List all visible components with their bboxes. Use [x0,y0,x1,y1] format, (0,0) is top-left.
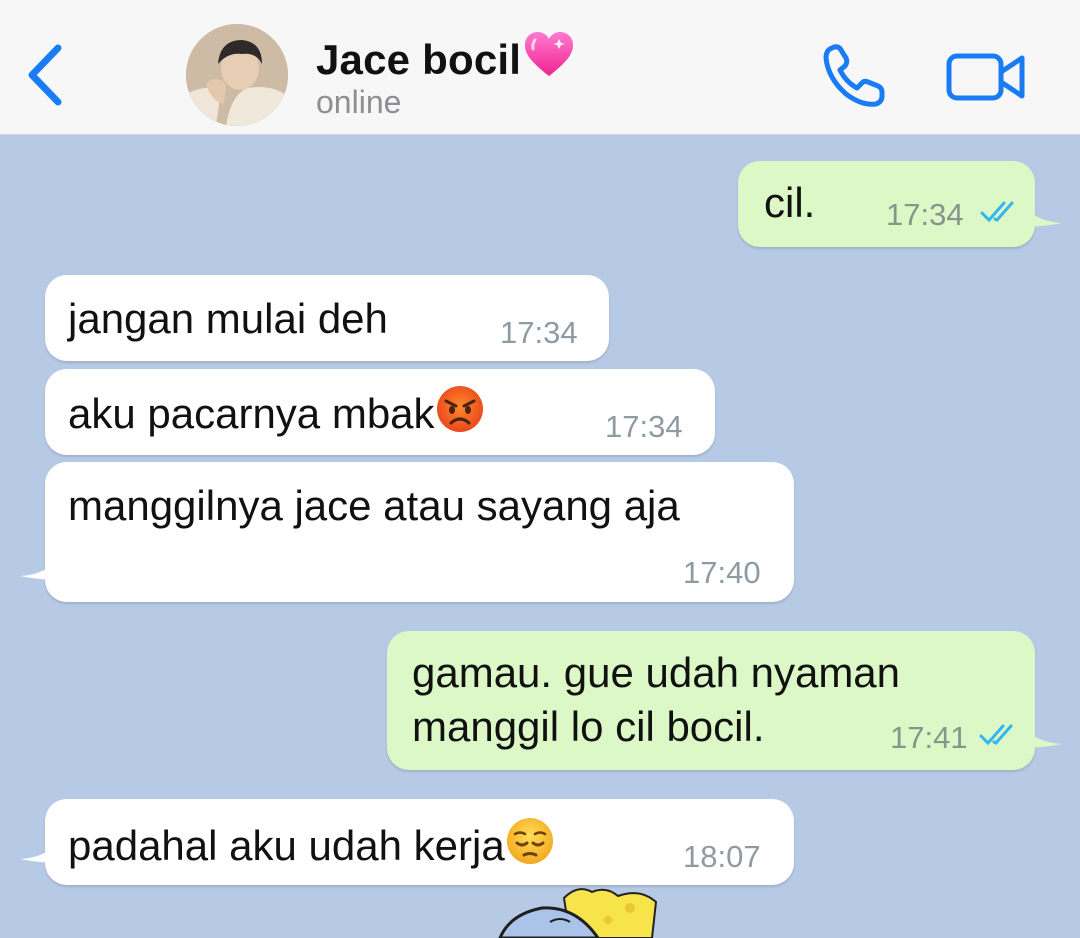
message-time: 17:40 [683,555,761,590]
message-text-content: aku pacarnya mbak [68,390,435,437]
message-text: jangan mulai deh [68,295,388,342]
message-time: 17:34 [605,409,683,444]
avatar[interactable] [186,24,288,126]
message-text-line-1: gamau. gue udah nyaman [412,649,901,696]
avatar-photo [186,24,288,126]
pensive-face-icon [506,818,553,864]
bubble-tail [1022,199,1062,227]
message-text-content: padahal aku udah kerja [68,822,505,869]
message-text: cil. [764,179,816,226]
bubble-tail [20,835,60,863]
video-camera-icon [946,53,1025,101]
angry-face-icon [436,386,483,432]
phone-icon [823,44,885,107]
message-text: aku pacarnya mbak [68,384,485,441]
message-text: padahal aku udah kerja [68,816,555,873]
message-time: 17:34 [500,315,578,350]
read-ticks-icon [979,724,1013,746]
contact-status: online [316,84,402,120]
message-text: manggilnya jace atau sayang aja [68,482,680,529]
message-time: 17:41 [890,720,968,755]
sticker-partial[interactable] [480,878,680,938]
chat-header: Jace bocil online [0,0,1080,135]
outgoing-message[interactable]: gamau. gue udah nyaman manggil lo cil bo… [387,631,1035,770]
incoming-message[interactable]: padahal aku udah kerja 18:07 [45,799,794,885]
back-button[interactable] [18,36,78,116]
outgoing-message[interactable]: cil. 17:34 [738,161,1035,247]
bubble-tail [20,552,60,580]
read-ticks-icon [980,201,1014,223]
incoming-message[interactable]: jangan mulai deh 17:34 [45,275,609,361]
bubble-tail [1022,720,1062,748]
voice-call-button[interactable] [818,40,894,112]
contact-name-text: Jace bocil [316,36,522,83]
incoming-message[interactable]: aku pacarnya mbak 17:34 [45,369,715,455]
incoming-message[interactable]: manggilnya jace atau sayang aja 17:40 [45,462,794,602]
pink-heart-icon [525,32,574,76]
contact-name[interactable]: Jace bocil [316,30,575,84]
video-call-button[interactable] [944,44,1030,108]
message-text-line-2: manggil lo cil bocil. [412,703,765,750]
message-time: 18:07 [683,839,761,874]
chevron-left-icon [28,44,62,106]
message-time: 17:34 [886,197,964,232]
